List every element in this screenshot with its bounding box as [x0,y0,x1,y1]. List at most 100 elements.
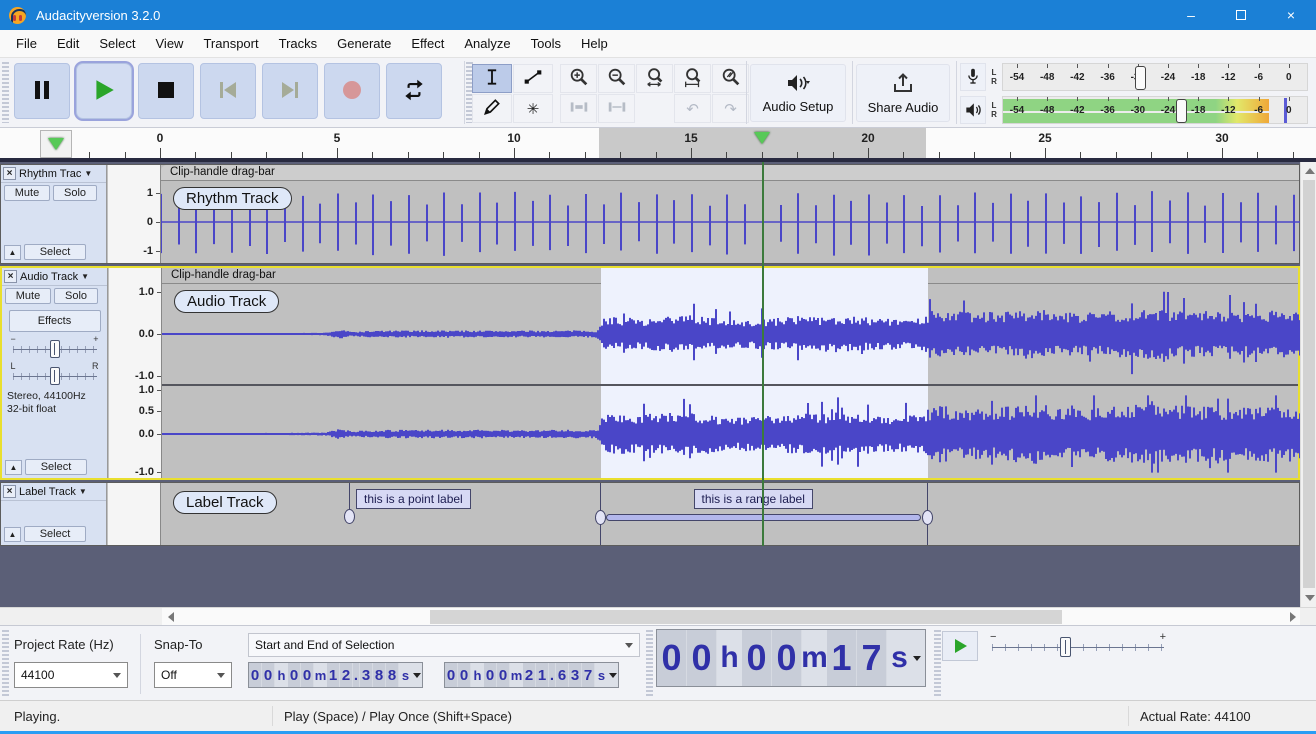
pause-button[interactable] [14,63,70,119]
menu-file[interactable]: File [6,32,47,55]
snap-to-select[interactable]: Off [154,662,232,688]
time-digit[interactable]: 0 [445,663,458,687]
selection-end-field[interactable]: 00h00m21.637s [444,662,619,688]
time-digit[interactable]: 3 [360,663,373,687]
menu-effect[interactable]: Effect [401,32,454,55]
selection-end-format-dropdown[interactable] [608,663,618,687]
select-track-button[interactable]: Select [24,244,86,260]
time-digit[interactable]: 1 [827,630,857,686]
track-title[interactable]: Rhythm Trac [19,168,81,180]
solo-button[interactable]: Solo [54,288,98,304]
maximize-button[interactable] [1216,0,1266,30]
collapse-track-icon[interactable]: ▲ [5,460,22,475]
time-digit[interactable]: 0 [249,663,262,687]
track-menu-icon[interactable]: ▼ [81,272,89,281]
undo-button[interactable]: ↶ [674,94,711,123]
time-digit[interactable]: 0 [497,663,510,687]
selection-toolbar-grip[interactable] [2,630,9,696]
timeline-ruler[interactable]: 051015202530 [0,128,1316,162]
close-track-icon[interactable]: × [3,167,16,180]
time-digit[interactable]: 0 [458,663,471,687]
minimize-button[interactable]: – [1166,0,1216,30]
zoom-out-button[interactable] [598,64,635,93]
track-title[interactable]: Label Track [19,486,76,498]
point-label-text[interactable]: this is a point label [356,489,471,509]
playback-meter[interactable]: LR-54-48-42-36-30-24-18-12-60 [960,94,1312,125]
scroll-right-icon[interactable] [1290,612,1296,622]
zoom-fit-project-button[interactable] [674,64,711,93]
stop-button[interactable] [138,63,194,119]
time-digit[interactable]: . [549,663,556,687]
meter-gain-slider-thumb[interactable] [1135,66,1146,90]
menu-view[interactable]: View [146,32,194,55]
point-label-handle[interactable] [344,509,355,524]
time-toolbar-grip[interactable] [646,630,653,696]
vertical-scrollbar[interactable] [1300,162,1316,607]
play-at-speed-button[interactable] [942,631,978,661]
select-track-button[interactable]: Select [24,526,86,542]
time-digit[interactable]: 1 [327,663,340,687]
redo-button[interactable]: ↷ [712,94,749,123]
time-digit[interactable]: 0 [687,630,717,686]
vertical-scrollbar-thumb[interactable] [1303,180,1315,588]
audio-vertical-ruler[interactable]: 1.00.0-1.01.00.50.0-1.0 [109,268,162,478]
project-rate-select[interactable]: 44100 [14,662,128,688]
audio-setup-button[interactable]: Audio Setup [750,64,846,122]
time-digit[interactable]: 7 [857,630,887,686]
time-digit[interactable]: 0 [484,663,497,687]
selection-tool-button[interactable] [472,64,512,93]
time-digit[interactable]: 1 [536,663,549,687]
speed-slider-thumb[interactable] [1060,637,1071,657]
time-digit[interactable]: 7 [582,663,595,687]
pan-slider-thumb[interactable] [50,367,60,385]
pan-slider[interactable]: L R [9,362,101,386]
selection-start-field[interactable]: 00h00m12.388s [248,662,423,688]
time-digit[interactable]: 0 [657,630,687,686]
draw-tool-button[interactable] [472,94,512,123]
track-menu-icon[interactable]: ▼ [84,169,92,178]
gain-slider-thumb[interactable] [50,340,60,358]
clip-drag-bar[interactable]: Clip-handle drag-bar [161,165,1299,181]
speaker-small-icon[interactable] [960,96,986,124]
gain-slider[interactable]: − + [9,335,101,359]
time-digit[interactable]: . [353,663,360,687]
rhythm-clip[interactable]: Clip-handle drag-bar Rhythm Track [161,165,1299,263]
close-track-icon[interactable]: × [3,485,16,498]
menu-select[interactable]: Select [89,32,145,55]
time-digit[interactable]: 3 [569,663,582,687]
zoom-toggle-button[interactable] [712,64,749,93]
collapse-track-icon[interactable]: ▲ [4,527,21,542]
time-digit[interactable]: 0 [772,630,802,686]
horizontal-scrollbar[interactable] [0,607,1316,625]
close-track-icon[interactable]: × [4,270,17,283]
solo-button[interactable]: Solo [53,185,97,201]
time-digit[interactable]: 2 [523,663,536,687]
menu-analyze[interactable]: Analyze [454,32,520,55]
horizontal-scrollbar-thumb[interactable] [430,610,1062,624]
range-label-handle[interactable] [595,510,606,525]
skip-end-button[interactable] [262,63,318,119]
menu-tools[interactable]: Tools [521,32,571,55]
share-audio-button[interactable]: Share Audio [856,64,950,122]
multi-tool-icon[interactable]: ✳ [513,94,553,123]
time-digit[interactable]: 8 [386,663,399,687]
menu-tracks[interactable]: Tracks [269,32,328,55]
record-button[interactable] [324,63,380,119]
clip-name[interactable]: Rhythm Track [173,187,292,210]
skip-start-button[interactable] [200,63,256,119]
playhead-triangle-icon[interactable] [754,132,770,144]
time-format-dropdown[interactable] [912,630,922,686]
select-track-button[interactable]: Select [25,459,87,475]
time-digit[interactable]: 0 [742,630,772,686]
audio-position-display[interactable]: 00h00m17s [656,629,926,687]
transport-toolbar-grip[interactable] [2,62,9,123]
meter-gain-slider-thumb[interactable] [1176,99,1187,123]
track-menu-icon[interactable]: ▼ [79,487,87,496]
rhythm-vertical-ruler[interactable]: 10-1 [108,165,161,263]
track-title[interactable]: Audio Track [20,271,78,283]
silence-selection-button[interactable] [598,94,635,123]
mute-button[interactable]: Mute [4,185,50,201]
collapse-track-icon[interactable]: ▲ [4,245,21,260]
scroll-down-icon[interactable] [1305,595,1315,601]
menu-help[interactable]: Help [571,32,618,55]
